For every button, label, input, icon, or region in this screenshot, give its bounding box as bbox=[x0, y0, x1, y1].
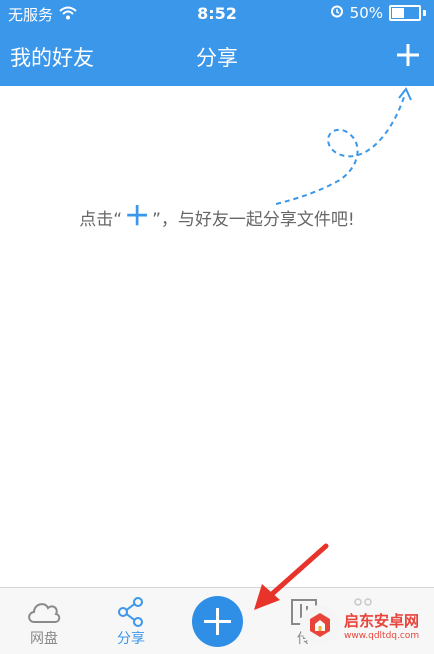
status-bar: 无服务 8:52 50% bbox=[0, 0, 434, 28]
share-icon bbox=[118, 597, 143, 627]
screen: 无服务 8:52 50% 我的好友 分享 点击“ ＋ ”，与好友一起分享文件吧!… bbox=[0, 0, 434, 654]
watermark-logo-icon bbox=[300, 605, 340, 645]
plus-icon bbox=[397, 44, 419, 66]
plus-icon bbox=[204, 608, 231, 635]
watermark-url: www.qdltdq.com bbox=[344, 630, 420, 641]
page-title: 分享 bbox=[196, 46, 238, 70]
center-add-button[interactable] bbox=[192, 596, 243, 647]
battery-fill bbox=[392, 8, 404, 18]
battery-percent: 50% bbox=[349, 4, 383, 22]
watermark: 启东安卓网 www.qdltdq.com bbox=[300, 600, 432, 650]
tab-label: 网盘 bbox=[30, 631, 58, 647]
add-friend-button[interactable] bbox=[392, 38, 424, 72]
tab-netdisk[interactable]: 网盘 bbox=[4, 594, 84, 652]
battery-icon bbox=[389, 5, 421, 21]
share-empty-state: 点击“ ＋ ”，与好友一起分享文件吧! bbox=[0, 86, 434, 586]
alarm-icon bbox=[330, 4, 344, 22]
watermark-text: 启东安卓网 www.qdltdq.com bbox=[344, 610, 419, 641]
hint-suffix: ”，与好友一起分享文件吧! bbox=[152, 209, 355, 230]
tab-label: 分享 bbox=[117, 631, 145, 647]
cloud-icon bbox=[28, 603, 61, 623]
hint-prefix: 点击“ bbox=[79, 209, 123, 230]
hint-plus-icon: ＋ bbox=[124, 202, 151, 232]
tab-share[interactable]: 分享 bbox=[91, 594, 171, 652]
watermark-title: 启东安卓网 bbox=[344, 611, 420, 630]
status-right: 50% bbox=[330, 4, 426, 22]
battery-tip bbox=[423, 10, 426, 16]
nav-bar: 我的好友 分享 bbox=[0, 28, 434, 86]
empty-hint: 点击“ ＋ ”，与好友一起分享文件吧! bbox=[0, 204, 434, 230]
